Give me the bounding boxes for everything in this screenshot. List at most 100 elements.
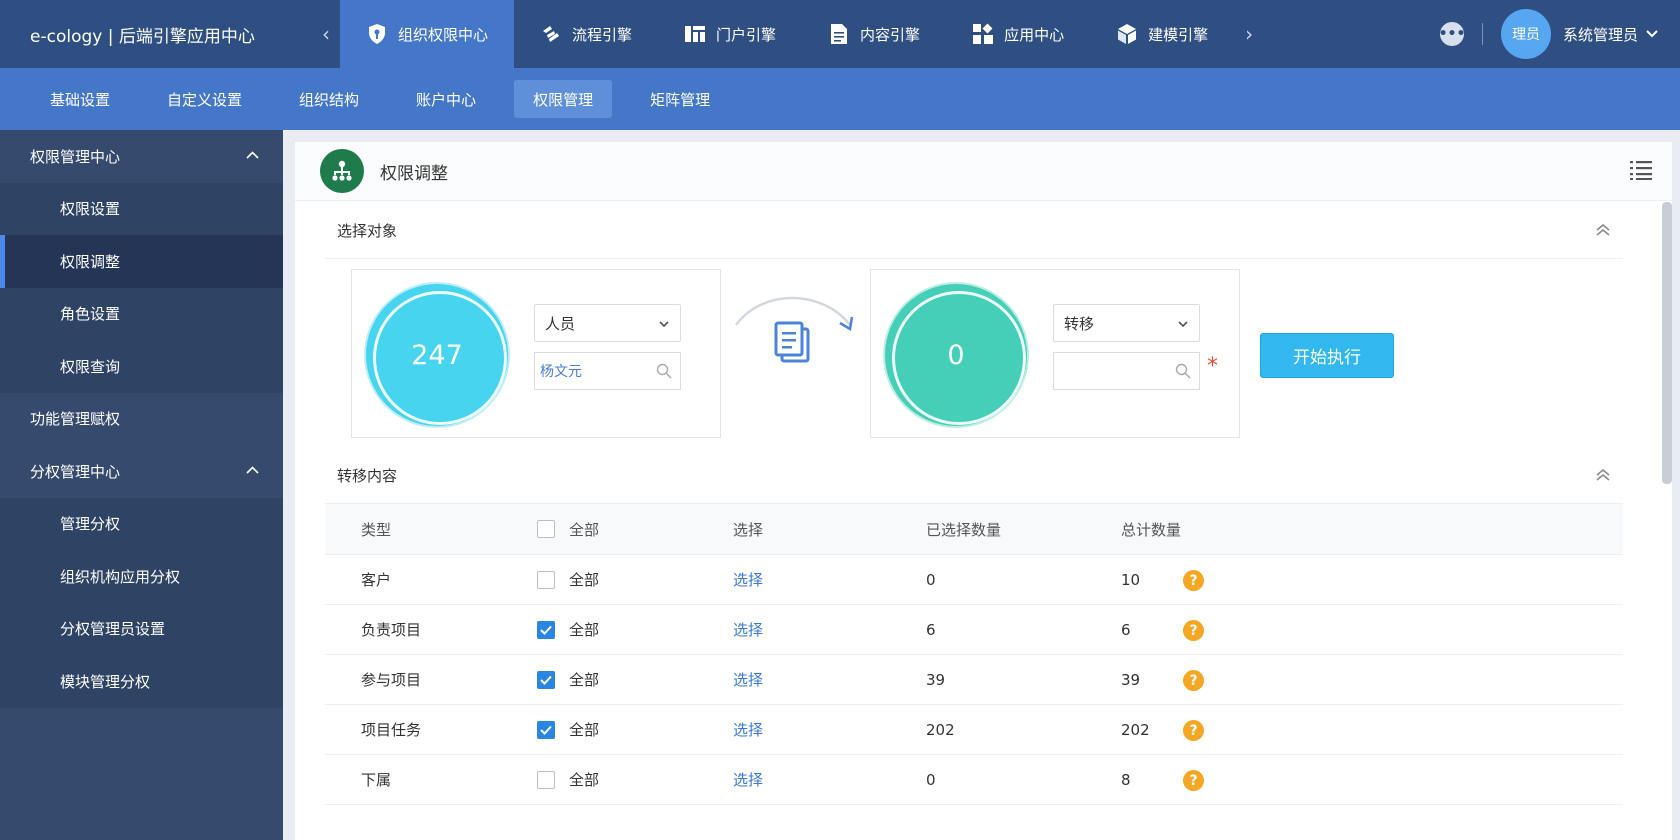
help-icon[interactable]: ? [1183, 570, 1204, 591]
chevron-left-icon[interactable]: ‹ [322, 22, 330, 46]
row-all: 全部 [537, 569, 599, 590]
sidebar-group-permission-center[interactable]: 权限管理中心 [0, 130, 283, 183]
header-all-label: 全部 [569, 520, 600, 539]
help-icon[interactable]: ? [1183, 620, 1204, 641]
sidebar-item-delegation-admin-settings[interactable]: 分权管理员设置 [0, 602, 283, 655]
list-menu-icon[interactable] [1630, 160, 1652, 184]
collapse-up-icon[interactable] [1595, 223, 1611, 241]
target-action-select[interactable]: 转移 [1053, 304, 1200, 342]
sidebar-item-permission-query[interactable]: 权限查询 [0, 340, 283, 393]
tab-modeling-engine[interactable]: 建模引擎 [1090, 0, 1234, 68]
header-select: 选择 [733, 520, 764, 539]
row-total-count: 39 [1121, 670, 1141, 689]
row-all-label: 全部 [569, 771, 600, 789]
help-icon[interactable]: ? [1183, 770, 1204, 791]
header-type: 类型 [361, 520, 392, 539]
top-bar: e-cology | 后端引擎应用中心 ‹ 组织权限中心 流程引擎 门户引擎 内… [0, 0, 1680, 68]
sidebar-item-permission-settings[interactable]: 权限设置 [0, 182, 283, 235]
sidebar: 权限管理中心 权限设置 权限调整 角色设置 权限查询 功能管理赋权 分权管理中心… [0, 130, 283, 840]
sidebar-item-label: 权限查询 [60, 357, 121, 376]
tab-workflow-engine[interactable]: 流程引擎 [514, 0, 658, 68]
row-checkbox[interactable] [537, 570, 555, 589]
source-search-input[interactable]: 杨文元 [534, 352, 681, 390]
row-select-link[interactable]: 选择 [733, 619, 763, 640]
subtab-org-structure[interactable]: 组织结构 [280, 80, 378, 118]
chevron-right-icon[interactable]: › [1234, 0, 1264, 68]
subtab-basic-settings[interactable]: 基础设置 [31, 80, 129, 118]
row-type: 项目任务 [361, 721, 422, 739]
cube-icon [1116, 23, 1138, 45]
sidebar-item-label: 权限设置 [60, 200, 121, 219]
section-title: 选择对象 [337, 222, 398, 240]
source-type-select[interactable]: 人员 [534, 304, 681, 342]
select-all-checkbox[interactable] [537, 520, 555, 538]
sidebar-group-delegation-center[interactable]: 分权管理中心 [0, 445, 283, 498]
sidebar-item-label: 权限管理中心 [30, 147, 121, 166]
row-total-count: 202 [1121, 720, 1150, 739]
username[interactable]: 系统管理员 [1563, 24, 1638, 45]
header-all: 全部 [537, 519, 599, 540]
more-icon[interactable]: ••• [1439, 22, 1465, 46]
row-type: 参与项目 [361, 671, 422, 689]
target-count-ring: 0 [885, 284, 1027, 426]
start-execute-button[interactable]: 开始执行 [1260, 333, 1394, 378]
scrollbar[interactable] [1662, 202, 1672, 484]
main-panel: 权限调整 选择对象 247 人员 杨文元 0 转移 * 开始执行 转移内容 类型… [295, 142, 1672, 840]
search-icon[interactable] [1175, 363, 1191, 383]
source-count: 247 [411, 339, 463, 371]
avatar[interactable]: 理员 [1500, 9, 1551, 59]
row-selected-count: 0 [926, 570, 936, 589]
search-icon[interactable] [656, 363, 672, 383]
row-checkbox[interactable] [537, 670, 555, 689]
row-all-label: 全部 [569, 721, 600, 739]
subtab-account-center[interactable]: 账户中心 [397, 80, 495, 118]
tab-content-engine[interactable]: 内容引擎 [802, 0, 946, 68]
row-select-link[interactable]: 选择 [733, 569, 763, 590]
sidebar-item-permission-adjust[interactable]: 权限调整 [0, 235, 283, 288]
help-icon[interactable]: ? [1183, 670, 1204, 691]
row-total-count: 8 [1121, 770, 1131, 789]
target-search-input[interactable] [1053, 352, 1200, 390]
source-type-value: 人员 [545, 314, 576, 333]
subtab-permission-management[interactable]: 权限管理 [514, 80, 613, 118]
help-icon[interactable]: ? [1183, 720, 1204, 741]
table-row: 客户 全部 选择 0 10? [325, 555, 1623, 605]
tab-portal-engine[interactable]: 门户引擎 [658, 0, 802, 68]
tab-org-permission-center[interactable]: 组织权限中心 [340, 0, 515, 68]
row-all: 全部 [537, 719, 599, 740]
row-checkbox[interactable] [537, 720, 555, 739]
divider [1481, 23, 1483, 45]
target-action-value: 转移 [1064, 314, 1095, 333]
row-checkbox[interactable] [537, 620, 555, 639]
sidebar-item-label: 模块管理分权 [60, 672, 151, 691]
row-select-link[interactable]: 选择 [733, 719, 763, 740]
sidebar-item-module-delegation[interactable]: 模块管理分权 [0, 655, 283, 708]
sidebar-item-org-app-delegation[interactable]: 组织机构应用分权 [0, 550, 283, 603]
sidebar-item-management-delegation[interactable]: 管理分权 [0, 497, 283, 550]
subtab-matrix-management[interactable]: 矩阵管理 [631, 80, 729, 118]
table-row: 下属 全部 选择 0 8? [325, 755, 1623, 805]
row-select-link[interactable]: 选择 [733, 769, 763, 790]
app-title: e-cology | 后端引擎应用中心 ‹ [0, 0, 340, 68]
section-title: 转移内容 [337, 467, 398, 485]
sidebar-group-function-authorization[interactable]: 功能管理赋权 [0, 393, 283, 446]
row-select-link[interactable]: 选择 [733, 669, 763, 690]
org-hierarchy-icon [320, 149, 364, 193]
subtab-custom-settings[interactable]: 自定义设置 [148, 80, 261, 118]
collapse-up-icon[interactable] [1595, 468, 1611, 486]
target-object-box: 0 转移 * [870, 269, 1240, 438]
app-title-text: e-cology | 后端引擎应用中心 [30, 26, 255, 47]
row-selected-count: 39 [926, 670, 946, 689]
sidebar-item-role-settings[interactable]: 角色设置 [0, 287, 283, 340]
chevron-down-icon [658, 316, 670, 334]
source-search-value: 杨文元 [540, 364, 582, 380]
row-checkbox[interactable] [537, 770, 555, 789]
sidebar-item-label: 功能管理赋权 [30, 410, 121, 429]
transfer-arrow-icon [732, 289, 860, 389]
tab-app-center[interactable]: 应用中心 [946, 0, 1090, 68]
row-all-label: 全部 [569, 621, 600, 639]
chevron-down-icon[interactable] [1646, 27, 1658, 41]
row-type: 客户 [361, 571, 392, 589]
section-transfer-content: 转移内容 [325, 448, 1623, 504]
source-object-box: 247 人员 杨文元 [351, 269, 721, 438]
